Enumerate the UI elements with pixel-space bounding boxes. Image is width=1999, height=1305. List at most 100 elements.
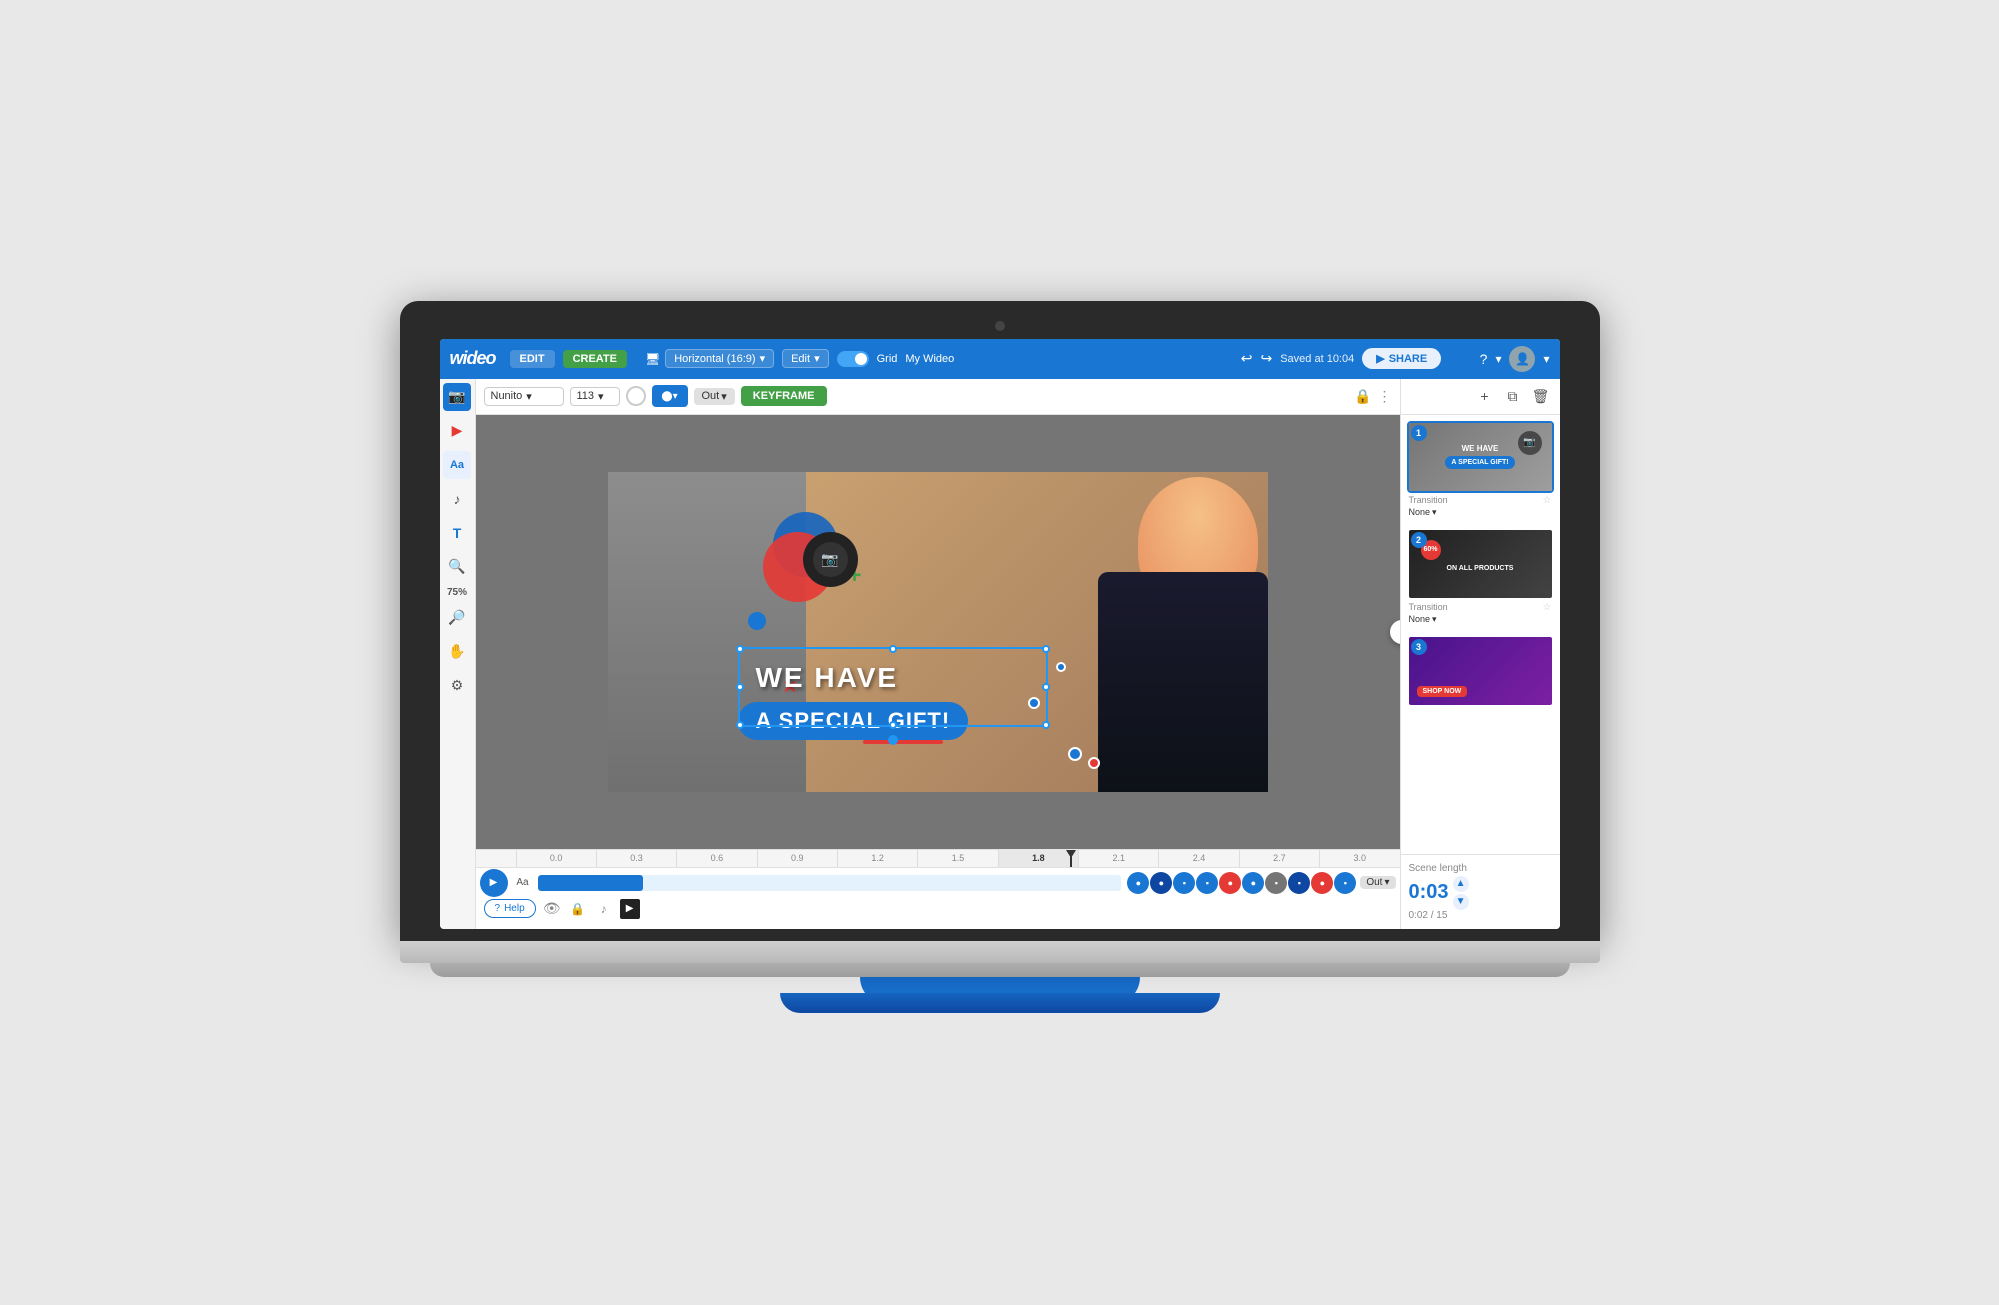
undo-icon[interactable]: ↩ [1241, 350, 1253, 367]
redo-icon[interactable]: ↪ [1260, 350, 1272, 367]
help-icon[interactable]: ? [1480, 351, 1488, 367]
font-select[interactable]: Nunito ▾ [484, 387, 564, 406]
none-select-2[interactable]: None ▾ [1409, 614, 1437, 625]
decrease-length-btn[interactable]: ▼ [1453, 894, 1469, 910]
scene-transition-2: Transition ☆ [1407, 602, 1554, 613]
scene-length-section: Scene length 0:03 ▲ ▼ 0:02 / 15 [1401, 854, 1560, 929]
increase-length-btn[interactable]: ▲ [1453, 876, 1469, 892]
scenes-list: 1 WE HAVE A SPECIAL GIFT! 📷 [1401, 415, 1560, 854]
text-icon[interactable]: T [443, 519, 471, 547]
track-bar[interactable] [538, 875, 1122, 891]
share-button[interactable]: ▶ SHARE [1362, 348, 1441, 369]
track-icon-4[interactable]: ▪ [1196, 872, 1218, 894]
grid-toggle[interactable] [837, 351, 869, 367]
scene-item-1[interactable]: 1 WE HAVE A SPECIAL GIFT! 📷 [1407, 421, 1554, 518]
track-icon-6[interactable]: ● [1242, 872, 1264, 894]
canvas[interactable]: + 📷 ✕ WE HAVE [608, 472, 1268, 792]
hand-icon[interactable]: ✋ [443, 638, 471, 666]
selection-dot-3 [1068, 747, 1082, 761]
settings-icon[interactable]: ⚙ [443, 672, 471, 700]
chevron-down-icon: ▾ [1432, 507, 1437, 518]
color-picker-button[interactable]: ⬤ ▾ [652, 385, 688, 407]
timeline: 0.0 0.3 0.6 0.9 1.2 1.5 1.8 2.1 2.4 2.7 [476, 849, 1400, 929]
font-color-picker[interactable] [626, 386, 646, 406]
playhead-line [1070, 850, 1072, 867]
scene-transition-1: Transition ☆ [1407, 495, 1554, 506]
help-button[interactable]: ? Help [484, 899, 536, 918]
out-button[interactable]: Out ▾ [694, 388, 735, 405]
play-button[interactable]: ▶ [480, 869, 508, 897]
monitor-icon: 🖥 [645, 352, 660, 366]
canvas-toolbar: Nunito ▾ 113 ▾ ⬤ ▾ [476, 379, 1400, 415]
camera-sidebar-icon[interactable]: 📷 [443, 383, 471, 411]
playhead-triangle [1066, 850, 1076, 858]
zoom-out-icon[interactable]: 🔎 [443, 604, 471, 632]
timeline-ruler: 0.0 0.3 0.6 0.9 1.2 1.5 1.8 2.1 2.4 2.7 [476, 850, 1400, 868]
ruler-mark-0: 0.0 [516, 849, 596, 867]
track-icon-1[interactable]: ● [1127, 872, 1149, 894]
ruler-mark-7: 2.1 [1078, 849, 1158, 867]
camera-element[interactable]: 📷 [803, 532, 858, 587]
duplicate-scene-icon[interactable]: ⧉ [1502, 385, 1524, 407]
app-container: wideo EDIT CREATE 🖥 Horizontal (16:9) ▾ … [440, 339, 1560, 929]
none-select-1[interactable]: None ▾ [1409, 507, 1437, 518]
grid-label: Grid [877, 353, 898, 365]
scene-item-2[interactable]: 2 60% ON ALL PRODUCTS [1407, 528, 1554, 625]
avatar-chevron-icon[interactable]: ▾ [1543, 352, 1549, 366]
ruler-mark-8: 2.4 [1158, 849, 1238, 867]
canvas-text-gift[interactable]: A SPECIAL GIFT! [738, 702, 969, 740]
laptop-base [400, 941, 1600, 963]
scene-thumbnail-3[interactable]: SHOP NOW [1407, 635, 1554, 707]
navbar: wideo EDIT CREATE 🖥 Horizontal (16:9) ▾ … [440, 339, 1560, 379]
font-size-select[interactable]: 113 ▾ [570, 387, 620, 406]
scene-length-controls: ▲ ▼ [1453, 876, 1469, 910]
more-options-icon[interactable]: ⋮ [1378, 388, 1392, 405]
track-icon-8[interactable]: ▪ [1288, 872, 1310, 894]
selection-dot-2 [1056, 662, 1066, 672]
track-icon-5[interactable]: ● [1219, 872, 1241, 894]
zoom-in-icon[interactable]: 🔍 [443, 553, 471, 581]
next-slide-arrow[interactable]: › [1390, 620, 1400, 644]
lock-icon[interactable]: 🔒 [1354, 388, 1371, 405]
track-icon-9[interactable]: ● [1311, 872, 1333, 894]
aspect-ratio-dropdown[interactable]: Horizontal (16:9) ▾ [665, 349, 774, 368]
text-style-icon[interactable]: Aa [443, 451, 471, 479]
star-icon-1[interactable]: ☆ [1543, 495, 1552, 506]
chevron-down-icon: ▾ [526, 390, 532, 403]
scene-thumbnail-2[interactable]: 60% ON ALL PRODUCTS [1407, 528, 1554, 600]
scene-length-value[interactable]: 0:03 [1409, 881, 1449, 904]
transition-select-1: None ▾ [1407, 507, 1554, 518]
chevron-down-icon[interactable]: ▾ [1495, 352, 1501, 366]
transition-select-2: None ▾ [1407, 614, 1554, 625]
star-icon-2[interactable]: ☆ [1543, 602, 1552, 613]
music-icon[interactable]: ♪ [443, 485, 471, 513]
video-timeline-icon[interactable]: ▶ [620, 899, 640, 919]
delete-scene-icon[interactable]: 🗑 [1530, 385, 1552, 407]
music-timeline-icon[interactable]: ♪ [594, 899, 614, 919]
scene-item-3[interactable]: 3 SHOP NOW [1407, 635, 1554, 707]
track-icon-2[interactable]: ● [1150, 872, 1172, 894]
add-user-icon[interactable]: 👤 [1449, 348, 1471, 369]
ruler-mark-9: 2.7 [1239, 849, 1319, 867]
create-button[interactable]: CREATE [563, 350, 627, 368]
track-icon-7[interactable]: ▪ [1265, 872, 1287, 894]
main-area: 📷 ▶ Aa ♪ T 🔍 75% 🔎 ✋ ⚙ [440, 379, 1560, 929]
ruler-mark-4: 1.2 [837, 849, 917, 867]
canvas-text-we-have[interactable]: WE HAVE [756, 662, 899, 694]
chevron-down-icon: ▾ [1432, 614, 1437, 625]
eye-icon[interactable]: 👁 [542, 899, 562, 919]
track-icon-3[interactable]: ▪ [1173, 872, 1195, 894]
keyframe-button[interactable]: KEYFRAME [741, 386, 827, 406]
scene-time-range: 0:02 / 15 [1409, 910, 1552, 921]
video-sidebar-icon[interactable]: ▶ [443, 417, 471, 445]
add-scene-icon[interactable]: + [1474, 385, 1496, 407]
timeline-out-button[interactable]: Out ▾ [1360, 876, 1395, 889]
track-icon-10[interactable]: ▪ [1334, 872, 1356, 894]
edit-button[interactable]: EDIT [510, 350, 555, 368]
zoom-level: 75% [447, 587, 467, 598]
edit-dropdown[interactable]: Edit ▾ [782, 349, 829, 368]
lock-timeline-icon[interactable]: 🔒 [568, 899, 588, 919]
scene-thumbnail-1[interactable]: WE HAVE A SPECIAL GIFT! 📷 [1407, 421, 1554, 493]
my-wideo-label: My Wideo [905, 353, 954, 365]
avatar[interactable]: 👤 [1509, 346, 1535, 372]
